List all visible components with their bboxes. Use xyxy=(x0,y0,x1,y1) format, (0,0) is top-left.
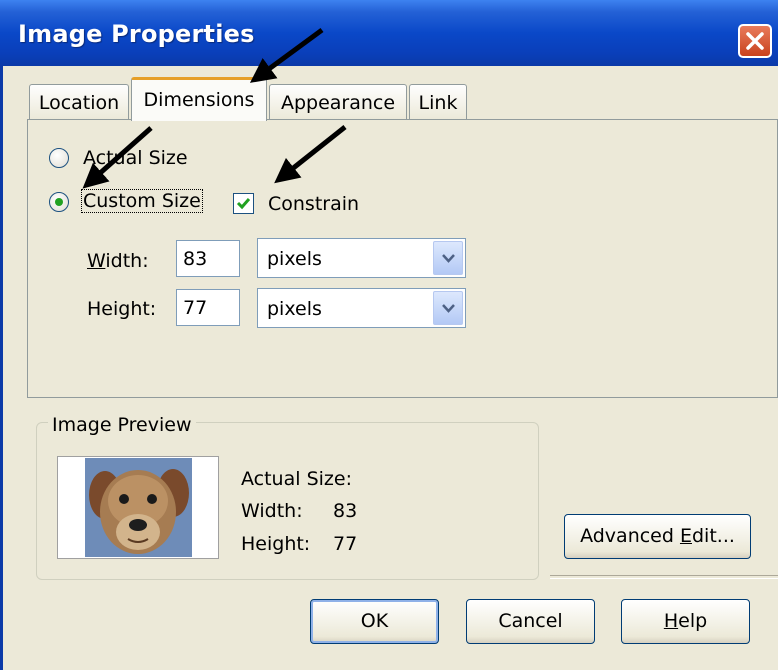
close-button[interactable] xyxy=(738,24,772,58)
preview-height-value: 77 xyxy=(333,533,358,555)
actual-size-label[interactable]: Actual Size xyxy=(83,147,188,169)
ok-button[interactable]: OK xyxy=(310,599,439,644)
help-mnemonic: H xyxy=(663,610,679,632)
dialog-title: Image Properties xyxy=(18,20,255,48)
dropdown-button[interactable] xyxy=(433,241,463,275)
dog-photo-thumbnail xyxy=(58,457,218,558)
constrain-label[interactable]: Constrain xyxy=(268,193,359,215)
advanced-edit-label-a: Advanced xyxy=(580,525,680,547)
custom-size-label[interactable]: Custom Size xyxy=(81,189,203,213)
height-unit-select[interactable]: pixels xyxy=(257,288,466,328)
advanced-edit-label-b: dit... xyxy=(691,525,735,547)
help-button[interactable]: Help xyxy=(621,599,750,644)
chevron-down-icon xyxy=(442,254,455,263)
advanced-edit-button[interactable]: Advanced Edit... xyxy=(564,514,751,559)
preview-height-label: Height: xyxy=(241,533,311,555)
custom-size-radio[interactable] xyxy=(49,192,69,212)
title-bar[interactable]: Image Properties xyxy=(0,0,778,66)
tab-link[interactable]: Link xyxy=(409,84,467,120)
width-label-rest: idth: xyxy=(105,250,149,272)
dropdown-button[interactable] xyxy=(433,291,463,325)
checkmark-icon xyxy=(236,198,251,210)
advanced-edit-mnemonic: E xyxy=(679,525,692,547)
close-x-icon xyxy=(746,32,764,50)
height-input[interactable]: 77 xyxy=(176,289,240,326)
image-preview-box xyxy=(57,456,219,559)
tab-label: Location xyxy=(38,92,120,114)
tab-dimensions[interactable]: Dimensions xyxy=(131,77,267,121)
preview-actual-size-label: Actual Size: xyxy=(241,468,352,490)
cancel-button[interactable]: Cancel xyxy=(466,599,595,644)
tab-label: Appearance xyxy=(280,92,396,114)
width-input[interactable]: 83 xyxy=(176,240,240,277)
tab-appearance[interactable]: Appearance xyxy=(269,84,407,120)
height-unit-value: pixels xyxy=(267,298,322,320)
tab-location[interactable]: Location xyxy=(29,84,129,120)
help-label-rest: elp xyxy=(678,610,708,632)
chevron-down-icon xyxy=(442,304,455,313)
tab-label: Link xyxy=(418,92,458,114)
separator-line xyxy=(550,575,778,579)
preview-width-value: 83 xyxy=(333,500,358,522)
width-unit-select[interactable]: pixels xyxy=(257,238,466,278)
height-label: Height: xyxy=(87,298,157,320)
actual-size-radio[interactable] xyxy=(49,148,69,168)
width-label: Width: xyxy=(87,250,149,272)
tab-label: Dimensions xyxy=(143,89,255,111)
constrain-checkbox[interactable] xyxy=(233,193,254,214)
preview-width-label: Width: xyxy=(241,500,303,522)
width-unit-value: pixels xyxy=(267,248,322,270)
image-preview-title: Image Preview xyxy=(48,414,196,436)
image-properties-dialog: Image Properties Location Dimensions App… xyxy=(0,0,778,670)
width-label-mnemonic: W xyxy=(87,250,106,272)
